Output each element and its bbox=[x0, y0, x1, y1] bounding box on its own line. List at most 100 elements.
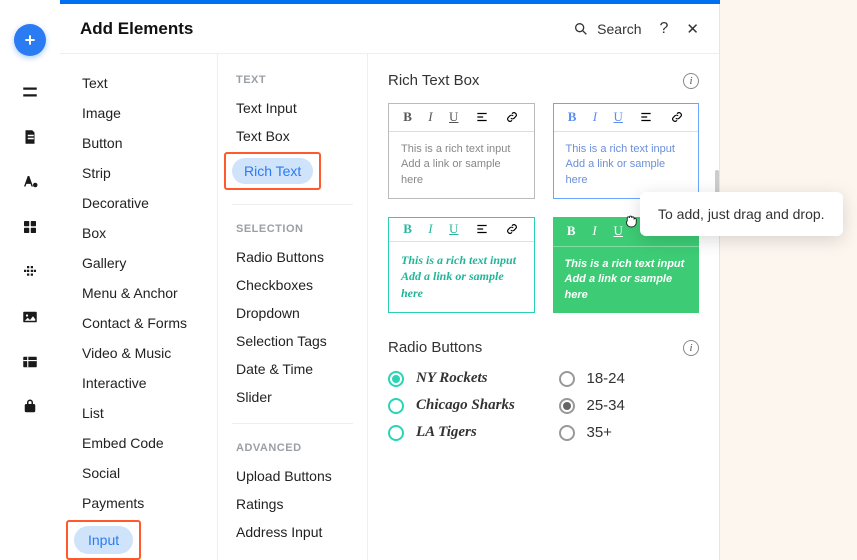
sub-dropdown[interactable]: Dropdown bbox=[218, 299, 367, 327]
panel-header: Add Elements Search ? ✕ bbox=[60, 4, 719, 54]
left-icon-rail bbox=[0, 0, 60, 560]
apps-icon[interactable] bbox=[21, 263, 39, 281]
underline-icon[interactable]: U bbox=[614, 109, 623, 125]
grid-icon[interactable] bbox=[21, 218, 39, 236]
media-icon[interactable] bbox=[21, 308, 39, 326]
rich-text-body: This is a rich text input Add a link or … bbox=[554, 132, 699, 198]
sub-radio-buttons[interactable]: Radio Buttons bbox=[218, 243, 367, 271]
highlight-rich-text: Rich Text bbox=[224, 152, 321, 190]
align-icon[interactable] bbox=[475, 110, 489, 124]
rich-text-body: This is a rich text input Add a link or … bbox=[389, 242, 534, 312]
radio-icon bbox=[559, 371, 575, 387]
category-column: Text Image Button Strip Decorative Box G… bbox=[60, 54, 218, 560]
italic-icon[interactable]: I bbox=[428, 221, 432, 237]
sub-text-input[interactable]: Text Input bbox=[218, 94, 367, 122]
sub-rich-text[interactable]: Rich Text bbox=[232, 158, 313, 184]
bold-icon[interactable]: B bbox=[403, 109, 412, 125]
bold-icon[interactable]: B bbox=[403, 221, 412, 237]
cat-contact-forms[interactable]: Contact & Forms bbox=[60, 308, 217, 338]
radio-icon bbox=[559, 425, 575, 441]
sub-text-box[interactable]: Text Box bbox=[218, 122, 367, 150]
separator bbox=[232, 204, 353, 205]
rich-text-preview-blue[interactable]: B I U This is a rich text input Add a li… bbox=[553, 103, 700, 199]
close-button[interactable]: ✕ bbox=[686, 20, 699, 38]
cat-button[interactable]: Button bbox=[60, 128, 217, 158]
italic-icon[interactable]: I bbox=[593, 109, 597, 125]
help-button[interactable]: ? bbox=[660, 20, 669, 38]
cat-text[interactable]: Text bbox=[60, 68, 217, 98]
search-icon bbox=[573, 21, 589, 37]
toolbar: B I U bbox=[389, 104, 534, 132]
italic-icon[interactable]: I bbox=[428, 109, 432, 125]
radio-label: NY Rockets bbox=[416, 370, 488, 387]
drag-drop-tooltip: To add, just drag and drop. bbox=[640, 192, 843, 236]
radio-option[interactable]: 25-34 bbox=[559, 397, 700, 414]
radio-icon bbox=[388, 398, 404, 414]
align-icon[interactable] bbox=[639, 110, 653, 124]
preview-column: Rich Text Box i B I U This is a rich tex… bbox=[368, 54, 719, 560]
font-tool-icon[interactable] bbox=[21, 173, 39, 191]
sub-ratings[interactable]: Ratings bbox=[218, 490, 367, 518]
section-icon[interactable] bbox=[21, 83, 39, 101]
rich-text-body: This is a rich text input Add a link or … bbox=[389, 132, 534, 198]
link-icon[interactable] bbox=[505, 110, 519, 124]
underline-icon[interactable]: U bbox=[449, 221, 458, 237]
info-icon[interactable]: i bbox=[683, 340, 699, 356]
underline-icon[interactable]: U bbox=[614, 223, 623, 239]
cat-social[interactable]: Social bbox=[60, 458, 217, 488]
cat-embed-code[interactable]: Embed Code bbox=[60, 428, 217, 458]
cat-input[interactable]: Input bbox=[74, 526, 133, 554]
group-advanced-header: ADVANCED bbox=[218, 436, 367, 462]
italic-icon[interactable]: I bbox=[592, 223, 596, 239]
cat-gallery[interactable]: Gallery bbox=[60, 248, 217, 278]
radio-option[interactable]: LA Tigers bbox=[388, 424, 529, 441]
cat-menu-anchor[interactable]: Menu & Anchor bbox=[60, 278, 217, 308]
cat-payments[interactable]: Payments bbox=[60, 488, 217, 518]
rich-text-preview-default[interactable]: B I U This is a rich text input Add a li… bbox=[388, 103, 535, 199]
radio-option[interactable]: 18-24 bbox=[559, 370, 700, 387]
page-icon[interactable] bbox=[21, 128, 39, 146]
radio-option[interactable]: NY Rockets bbox=[388, 370, 529, 387]
radio-option[interactable]: Chicago Sharks bbox=[388, 397, 529, 414]
cat-strip[interactable]: Strip bbox=[60, 158, 217, 188]
store-icon[interactable] bbox=[21, 398, 39, 416]
toolbar: B I U bbox=[389, 218, 534, 242]
cat-decorative[interactable]: Decorative bbox=[60, 188, 217, 218]
bold-icon[interactable]: B bbox=[568, 109, 577, 125]
add-elements-panel: Add Elements Search ? ✕ Text Image Butto… bbox=[60, 4, 720, 560]
sub-checkboxes[interactable]: Checkboxes bbox=[218, 271, 367, 299]
sub-upload-buttons[interactable]: Upload Buttons bbox=[218, 462, 367, 490]
sub-slider[interactable]: Slider bbox=[218, 383, 367, 411]
link-icon[interactable] bbox=[505, 222, 519, 236]
separator bbox=[232, 423, 353, 424]
underline-icon[interactable]: U bbox=[449, 109, 458, 125]
sub-date-time[interactable]: Date & Time bbox=[218, 355, 367, 383]
radio-option[interactable]: 35+ bbox=[559, 424, 700, 441]
sub-address-input[interactable]: Address Input bbox=[218, 518, 367, 546]
radio-label: LA Tigers bbox=[416, 424, 477, 441]
section-radio-title: Radio Buttons bbox=[388, 339, 482, 356]
data-icon[interactable] bbox=[21, 353, 39, 371]
radio-label: 18-24 bbox=[587, 370, 625, 387]
section-rich-text-title: Rich Text Box bbox=[388, 72, 479, 89]
info-icon[interactable]: i bbox=[683, 73, 699, 89]
add-button[interactable] bbox=[14, 24, 46, 56]
highlight-input: Input bbox=[66, 520, 141, 560]
cat-box[interactable]: Box bbox=[60, 218, 217, 248]
bold-icon[interactable]: B bbox=[567, 223, 576, 239]
rich-text-body: This is a rich text input Add a link or … bbox=[553, 247, 700, 313]
search-button[interactable]: Search bbox=[573, 21, 641, 37]
toolbar: B I U bbox=[554, 104, 699, 132]
subcategory-column: TEXT Text Input Text Box Rich Text SELEC… bbox=[218, 54, 368, 560]
group-text-header: TEXT bbox=[218, 68, 367, 94]
cat-video-music[interactable]: Video & Music bbox=[60, 338, 217, 368]
group-selection-header: SELECTION bbox=[218, 217, 367, 243]
cat-interactive[interactable]: Interactive bbox=[60, 368, 217, 398]
link-icon[interactable] bbox=[670, 110, 684, 124]
cat-list[interactable]: List bbox=[60, 398, 217, 428]
radio-label: 35+ bbox=[587, 424, 612, 441]
rich-text-preview-teal[interactable]: B I U This is a rich text input Add a li… bbox=[388, 217, 535, 313]
align-icon[interactable] bbox=[475, 222, 489, 236]
cat-image[interactable]: Image bbox=[60, 98, 217, 128]
sub-selection-tags[interactable]: Selection Tags bbox=[218, 327, 367, 355]
